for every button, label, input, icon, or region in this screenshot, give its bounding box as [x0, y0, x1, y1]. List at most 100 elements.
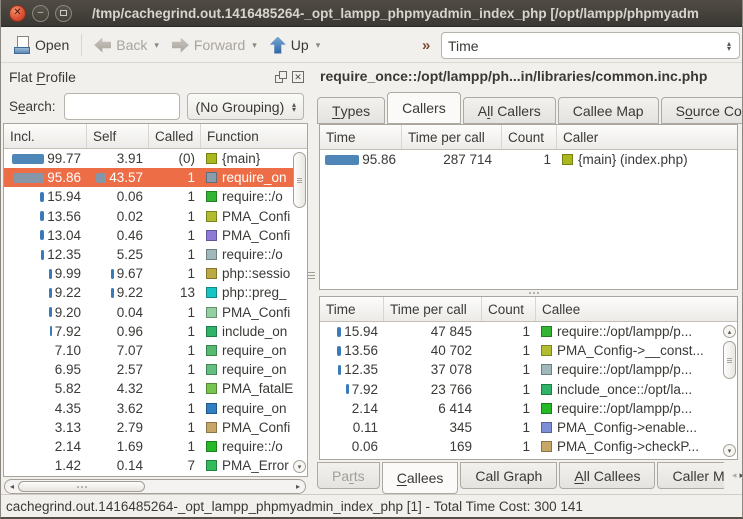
flat-profile-vscrollbar[interactable]: ▾ — [292, 150, 307, 476]
function-row[interactable]: 13.04 0.46 1 PMA_Confi — [4, 226, 293, 245]
selected-function-title: require_once::/opt/lampp/ph...in/librari… — [320, 68, 740, 84]
column-header-time[interactable]: Time — [320, 125, 402, 149]
function-row[interactable]: 7.10 7.07 1 require_on — [4, 341, 293, 360]
callee-name: require::/opt/lampp/p... — [557, 324, 692, 339]
function-row[interactable]: 95.86 43.57 1 require_on — [4, 168, 293, 187]
tab[interactable]: Types — [317, 97, 385, 124]
scroll-down-icon[interactable]: ▾ — [293, 460, 306, 473]
column-header-count[interactable]: Count — [482, 297, 536, 321]
function-row[interactable]: 13.56 0.02 1 PMA_Confi — [4, 207, 293, 226]
tab[interactable]: Callees — [382, 462, 459, 494]
callees-vscrollbar[interactable]: ▴ ▾ — [722, 323, 737, 459]
tabs-scroll-left-icon[interactable]: ◂ — [732, 470, 737, 481]
callee-row[interactable]: 13.56 40 702 1 PMA_Config->__const... — [320, 341, 721, 360]
function-row[interactable]: 3.13 2.79 1 PMA_Confi — [4, 418, 293, 437]
function-row[interactable]: 9.20 0.04 1 PMA_Confi — [4, 303, 293, 322]
column-header-function[interactable]: Function — [201, 124, 307, 148]
function-row[interactable]: 1.13 0.03 2 PMA_Pr — [4, 475, 293, 476]
open-button[interactable]: Open — [9, 33, 74, 57]
column-header-callee[interactable]: Callee — [536, 297, 737, 321]
function-row[interactable]: 9.99 9.67 1 php::sessio — [4, 264, 293, 283]
function-name: PMA_Confi — [222, 305, 290, 320]
function-row[interactable]: 7.92 0.96 1 include_on — [4, 322, 293, 341]
back-arrow-icon — [94, 38, 111, 53]
scroll-up-icon[interactable]: ▴ — [723, 325, 736, 338]
function-row[interactable]: 6.95 2.57 1 require_on — [4, 360, 293, 379]
tab[interactable]: Parts — [317, 462, 380, 489]
self-value: 3.62 — [117, 401, 143, 416]
column-header-count[interactable]: Count — [502, 125, 557, 149]
function-row[interactable]: 2.14 1.69 1 require::/o — [4, 437, 293, 456]
called-value: 1 — [187, 228, 195, 243]
function-row[interactable]: 4.35 3.62 1 require_on — [4, 398, 293, 417]
open-document-icon — [14, 36, 30, 54]
function-row[interactable]: 5.82 4.32 1 PMA_fatalE — [4, 379, 293, 398]
scroll-left-icon[interactable]: ◂ — [10, 482, 14, 491]
tabs-scroll-right-icon[interactable]: ▸ — [739, 470, 743, 481]
vscroll-thumb[interactable] — [293, 152, 306, 208]
tab[interactable]: Source Code — [661, 97, 743, 124]
hscroll-thumb[interactable] — [18, 481, 145, 492]
time-cost-bar — [346, 384, 349, 394]
scroll-right-icon[interactable]: ▸ — [296, 482, 300, 491]
callee-row[interactable]: 12.35 37 078 1 require::/opt/lampp/p... — [320, 360, 721, 379]
callers-rows: 95.86 287 714 1 {main} (index.php) — [320, 150, 737, 289]
function-row[interactable]: 15.94 0.06 1 require::/o — [4, 187, 293, 206]
function-row[interactable]: 1.42 0.14 7 PMA_Error — [4, 456, 293, 475]
column-header-time[interactable]: Time — [320, 297, 384, 321]
grouping-spinner-icon[interactable]: ▴▾ — [290, 102, 298, 112]
function-name: php::sessio — [222, 266, 290, 281]
close-panel-icon[interactable]: ✕ — [292, 71, 304, 83]
forward-button[interactable]: Forward — [167, 34, 250, 56]
back-dropdown-icon[interactable]: ▾ — [154, 40, 159, 51]
function-row[interactable]: 9.22 9.22 13 php::preg_ — [4, 283, 293, 302]
up-dropdown-icon[interactable]: ▾ — [316, 40, 321, 51]
column-header-called[interactable]: Called — [149, 124, 201, 148]
time-per-call-value: 345 — [449, 420, 472, 435]
flat-profile-hscrollbar[interactable]: ◂ ▸ — [4, 479, 306, 494]
forward-dropdown-icon[interactable]: ▾ — [252, 40, 257, 51]
function-row[interactable]: 12.35 5.25 1 require::/o — [4, 245, 293, 264]
maximize-window-icon[interactable] — [55, 5, 72, 22]
event-type-combobox[interactable]: Time ▴▾ — [441, 32, 740, 59]
scroll-down-icon[interactable]: ▾ — [723, 444, 736, 457]
callee-row[interactable]: 7.92 23 766 1 include_once::/opt/la... — [320, 380, 721, 399]
tab[interactable]: Callers — [387, 92, 461, 124]
function-group-icon — [541, 326, 552, 337]
callee-name: PMA_Config->load... — [557, 458, 682, 459]
combo-spinner-icon[interactable]: ▴▾ — [725, 41, 733, 51]
callee-row[interactable]: 2.14 6 414 1 require::/opt/lampp/p... — [320, 399, 721, 418]
tab[interactable]: Call Graph — [460, 462, 557, 489]
incl-cost-bar — [49, 307, 52, 317]
tab[interactable]: Caller Map — [657, 462, 724, 489]
callee-row[interactable]: 0.06 169 1 PMA_Config->checkP... — [320, 437, 721, 456]
callee-row[interactable]: 15.94 47 845 1 require::/opt/lampp/p... — [320, 322, 721, 341]
callee-row[interactable]: 0.11 345 1 PMA_Config->enable... — [320, 418, 721, 437]
time-per-call-value: 37 078 — [431, 362, 472, 377]
tab[interactable]: All Callees — [559, 462, 655, 489]
close-window-icon[interactable]: ✕ — [9, 5, 26, 22]
called-value: 1 — [187, 324, 195, 339]
callee-row[interactable]: 0.02 72 1 PMA_Config->load... — [320, 456, 721, 459]
tab[interactable]: Callee Map — [558, 97, 659, 124]
tab[interactable]: All Callers — [463, 97, 556, 124]
undock-panel-icon[interactable] — [275, 71, 287, 83]
column-header-caller[interactable]: Caller — [557, 125, 737, 149]
function-name: PMA_Confi — [222, 420, 290, 435]
column-header-time-per-call[interactable]: Time per call — [384, 297, 482, 321]
column-header-self[interactable]: Self — [87, 124, 149, 148]
back-button[interactable]: Back — [89, 34, 152, 56]
incl-value: 7.10 — [55, 343, 81, 358]
toolbar-overflow-icon[interactable]: » — [422, 37, 430, 54]
search-input[interactable] — [64, 93, 180, 120]
incl-value: 6.95 — [55, 362, 81, 377]
minimize-window-icon[interactable]: – — [32, 5, 49, 22]
up-button[interactable]: Up — [265, 34, 314, 57]
function-row[interactable]: 99.77 3.91 (0) {main} — [4, 149, 293, 168]
grouping-combobox[interactable]: (No Grouping) ▴▾ — [187, 93, 304, 120]
vscroll-thumb[interactable] — [723, 341, 736, 379]
top-tabbar: Types Callers All Callers Callee Map Sou… — [317, 91, 743, 124]
column-header-time-per-call[interactable]: Time per call — [402, 125, 502, 149]
column-header-incl[interactable]: Incl. — [4, 124, 87, 148]
caller-row[interactable]: 95.86 287 714 1 {main} (index.php) — [320, 150, 737, 169]
